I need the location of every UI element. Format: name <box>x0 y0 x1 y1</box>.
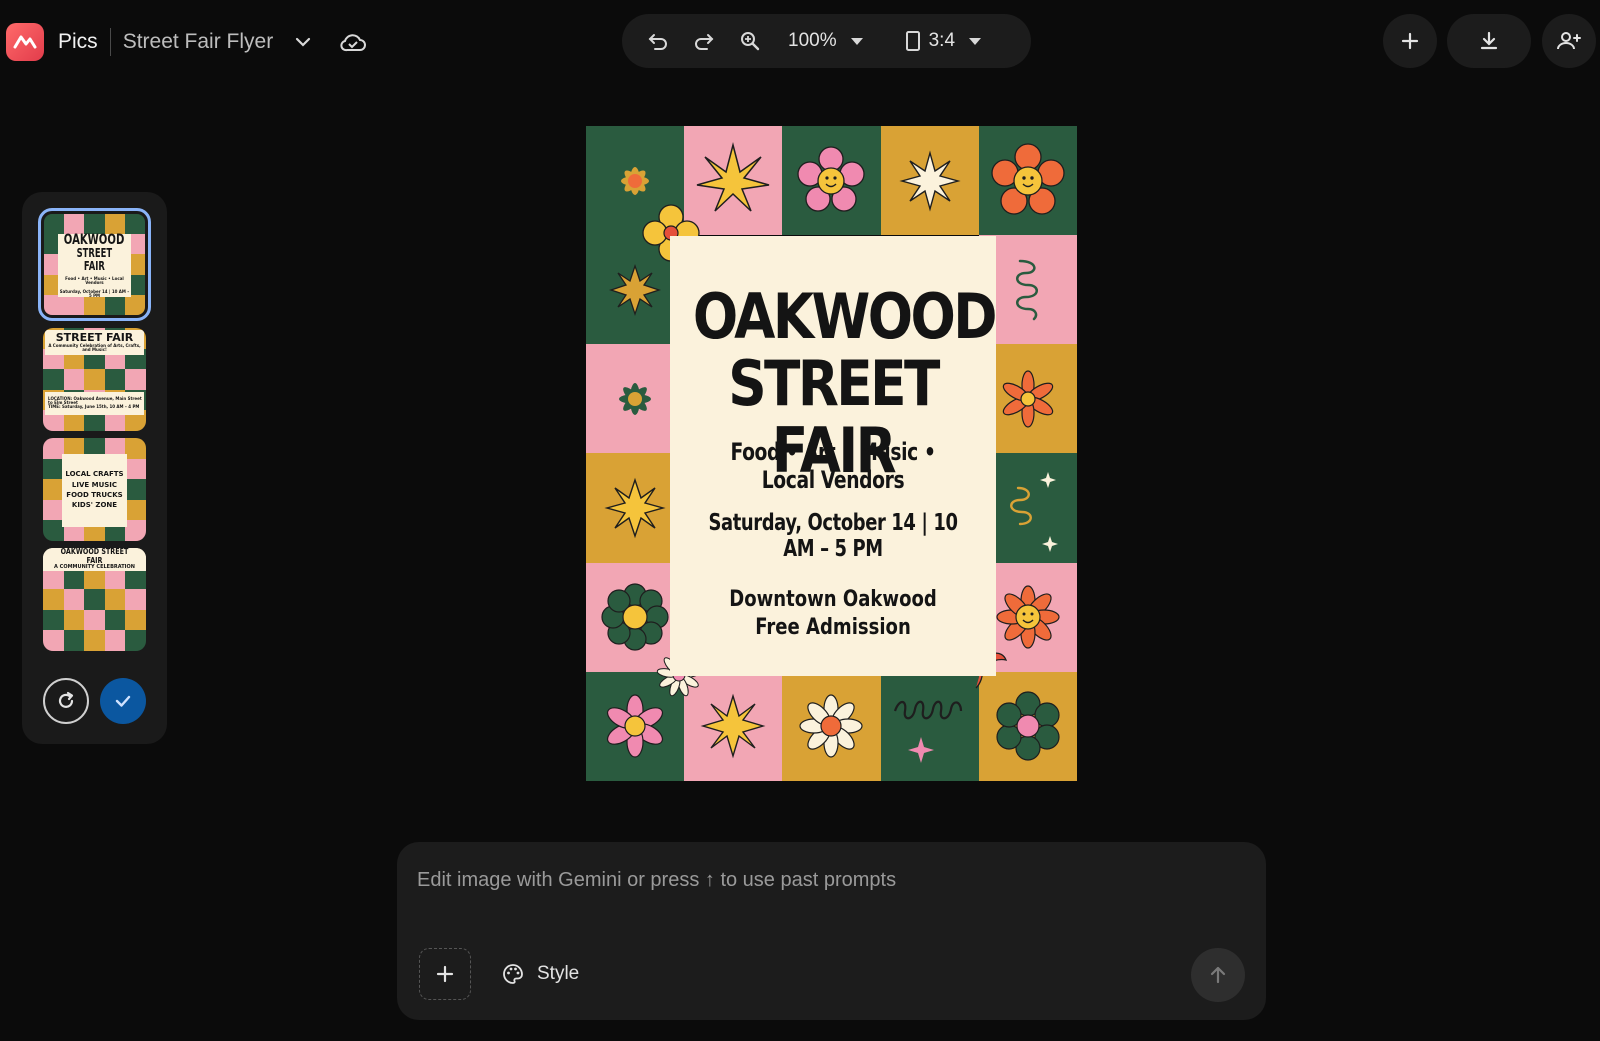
accept-variant-button[interactable] <box>100 678 146 724</box>
variant-thumbnail-3[interactable]: LOCAL CRAFTS LIVE MUSIC FOOD TRUCKS KIDS… <box>43 438 146 541</box>
style-label: Style <box>537 963 580 984</box>
zoom-dropdown[interactable]: 100% <box>788 30 863 52</box>
send-button[interactable] <box>1191 948 1245 1002</box>
variant-text: FOOD TRUCKS <box>66 491 123 500</box>
variant-text: Saturday, October 14 | 10 AM – 5 PM <box>59 288 130 299</box>
pics-logo-icon[interactable] <box>6 23 44 61</box>
variant-text: A Community Celebration of Arts, Crafts,… <box>48 342 141 353</box>
variant-preview: LOCAL CRAFTS LIVE MUSIC FOOD TRUCKS KIDS… <box>43 438 146 541</box>
variant-text: LIVE MUSIC <box>71 480 118 489</box>
undo-icon[interactable] <box>638 21 678 61</box>
cloud-saved-icon[interactable] <box>337 26 369 58</box>
poster-text-card: OAKWOOD STREET FAIR Food • Art • Music •… <box>670 236 998 676</box>
variant-text: KIDS' ZONE <box>71 501 118 510</box>
arrow-up-icon <box>1210 966 1226 984</box>
variant-text: OAKWOOD STREET FAIR <box>60 548 129 565</box>
poster-location: Downtown Oakwood Free Admission <box>699 586 966 641</box>
variant-preview: STREET FAIR A Community Celebration of A… <box>43 328 146 431</box>
variant-text: LOCAL CRAFTS <box>65 470 124 479</box>
variant-text: Food • Art • Music • Local Vendors <box>65 275 124 285</box>
prompt-box: Style <box>397 842 1266 1020</box>
checkmark-icon <box>115 695 131 707</box>
variant-preview: OAKWOOD STREET FAIR A COMMUNITY CELEBRAT… <box>43 548 146 651</box>
daisy-icon <box>782 671 881 781</box>
plus-icon <box>436 965 454 983</box>
variant-text: OAKWOOD <box>64 231 125 248</box>
aspect-ratio-icon <box>905 31 920 51</box>
variant-text: STREET FAIR <box>76 246 113 273</box>
variant-thumbnail-4[interactable]: OAKWOOD STREET FAIR A COMMUNITY CELEBRAT… <box>43 548 146 651</box>
variant-text: TIME: Saturday, June 15th, 10 AM – 4 PM <box>48 404 140 410</box>
variant-thumbnail-1[interactable]: OAKWOOD STREET FAIR Food • Art • Music •… <box>38 208 151 321</box>
variant-preview: OAKWOOD STREET FAIR Food • Art • Music •… <box>44 214 145 315</box>
document-title[interactable]: Street Fair Flyer <box>123 30 274 54</box>
style-button[interactable]: Style <box>501 952 579 996</box>
variant-actions <box>43 678 146 724</box>
poster-canvas[interactable]: OAKWOOD STREET FAIR Food • Art • Music •… <box>586 126 1077 781</box>
smiley-flower-icon <box>978 126 1077 236</box>
aspect-ratio-value: 3:4 <box>928 30 956 51</box>
app-root: Pics Street Fair Flyer 100% 3:4 OAKWOOD … <box>0 0 1600 1041</box>
plus-icon <box>1401 32 1419 50</box>
header-divider <box>109 28 111 56</box>
new-image-button[interactable] <box>1383 14 1437 68</box>
app-name: Pics <box>58 30 98 53</box>
regenerate-button[interactable] <box>43 678 89 724</box>
app-header: Pics Street Fair Flyer <box>6 22 369 62</box>
canvas-toolbar: 100% 3:4 <box>622 14 1031 68</box>
zoom-value: 100% <box>788 30 837 51</box>
variants-panel: OAKWOOD STREET FAIR Food • Art • Music •… <box>22 192 167 744</box>
poster-subtitle: Food • Art • Music • Local Vendors <box>730 438 936 494</box>
share-button[interactable] <box>1542 14 1596 68</box>
poster-location-line: Downtown Oakwood <box>729 587 937 612</box>
add-attachment-button[interactable] <box>419 948 471 1000</box>
download-icon <box>1480 31 1498 50</box>
palette-icon <box>503 964 523 984</box>
caret-down-icon <box>969 37 982 45</box>
starburst-icon <box>880 126 979 236</box>
chevron-down-icon[interactable] <box>289 28 317 56</box>
poster-title-line: OAKWOOD <box>692 280 998 353</box>
poster-datetime: Saturday, October 14 | 10 AM – 5 PM <box>708 510 958 562</box>
download-button[interactable] <box>1447 14 1531 68</box>
add-person-icon <box>1557 32 1581 50</box>
prompt-input[interactable] <box>417 862 1237 898</box>
poster-admission: Free Admission <box>755 614 911 640</box>
variant-thumbnail-2[interactable]: STREET FAIR A Community Celebration of A… <box>43 328 146 431</box>
smiley-flower-icon <box>782 126 881 236</box>
zoom-in-icon[interactable] <box>730 21 770 61</box>
refresh-icon <box>58 691 74 708</box>
aspect-ratio-dropdown[interactable]: 3:4 <box>905 30 982 52</box>
caret-down-icon <box>850 37 863 45</box>
redo-icon[interactable] <box>684 21 724 61</box>
variant-text: A COMMUNITY CELEBRATION <box>54 564 135 571</box>
